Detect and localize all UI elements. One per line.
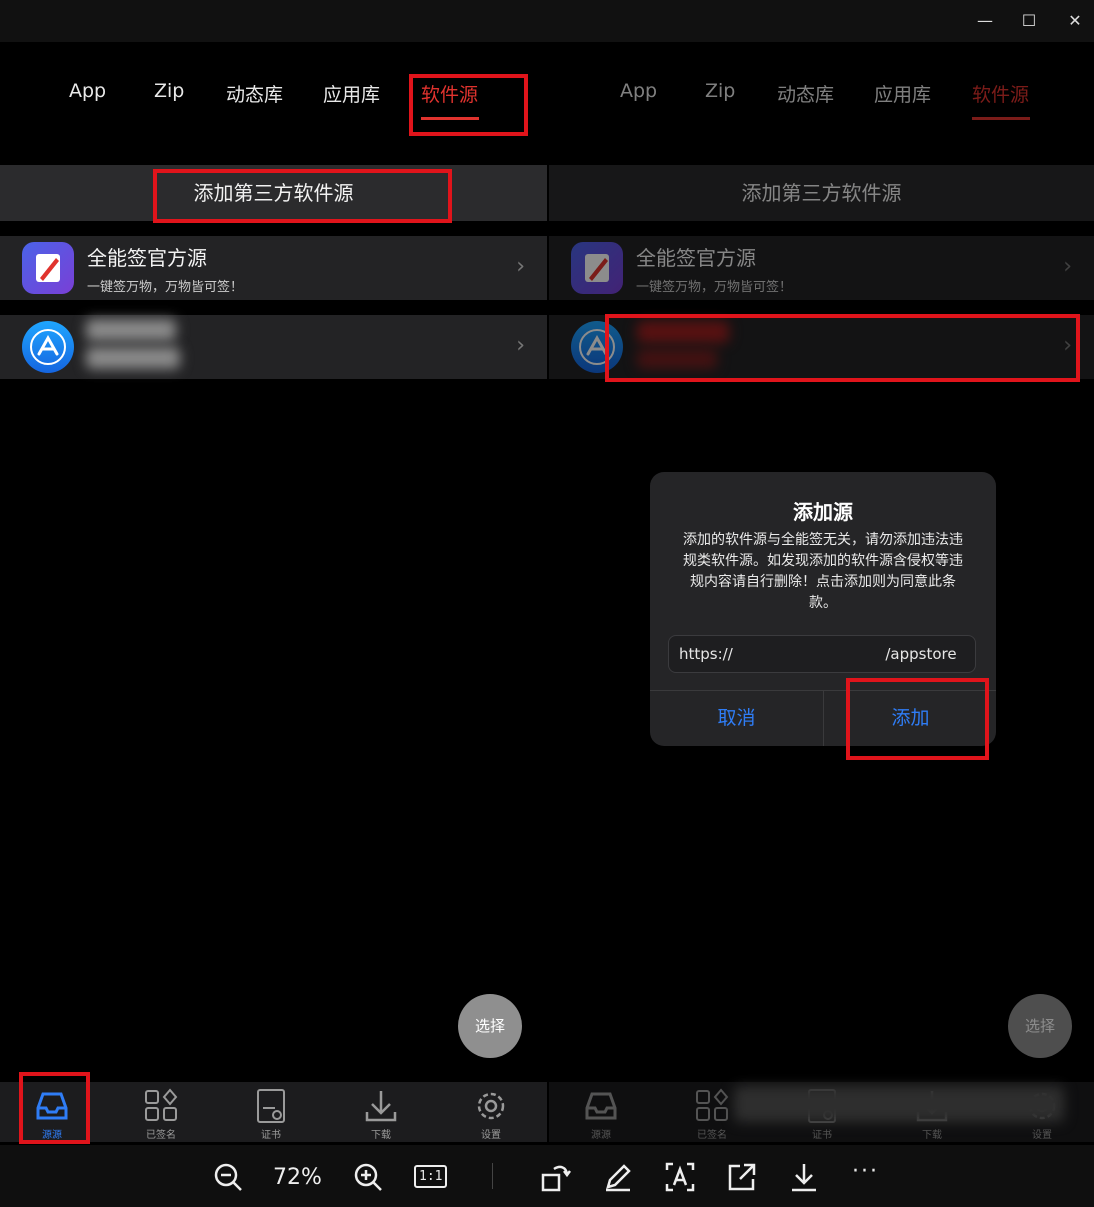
- inbox-icon: [585, 1092, 617, 1120]
- app-store-icon: [571, 321, 623, 373]
- redacted-subtitle: [637, 349, 717, 369]
- maximize-button[interactable]: ☐: [1014, 8, 1044, 34]
- source-name: 全能签官方源: [636, 246, 756, 270]
- redacted-name: [637, 321, 729, 343]
- bottom-nav: 源源 已签名 证书 下载 设置: [549, 1082, 1094, 1142]
- window-titlebar: — ☐ ✕: [0, 0, 1094, 42]
- app-store-icon: [22, 321, 74, 373]
- rotate-icon[interactable]: [540, 1161, 572, 1197]
- tab-app-library[interactable]: 应用库: [323, 80, 380, 107]
- nav-label: 下载: [922, 1130, 942, 1141]
- viewer-toolbar: 72% 1:1 ···: [0, 1145, 1094, 1207]
- zoom-in-icon[interactable]: [352, 1161, 384, 1197]
- redacted-watermark: [734, 1086, 1064, 1122]
- nav-sources[interactable]: 源源: [571, 1088, 631, 1141]
- add-source-dialog: 添加源 添加的软件源与全能签无关，请勿添加违法违规类软件源。如发现添加的软件源含…: [650, 472, 996, 746]
- divider: [492, 1163, 493, 1189]
- nav-label: 设置: [1032, 1130, 1052, 1141]
- edit-pen-icon[interactable]: [602, 1161, 634, 1197]
- dialog-message: 添加的软件源与全能签无关，请勿添加违法违规类软件源。如发现添加的软件源含侵权等违…: [683, 532, 963, 611]
- source-subtitle: 一键签万物，万物皆可签！: [87, 280, 244, 295]
- tab-dylib[interactable]: 动态库: [226, 80, 283, 107]
- gear-icon: [477, 1092, 505, 1120]
- zoom-out-icon[interactable]: [212, 1161, 244, 1197]
- nav-label: 已签名: [146, 1130, 176, 1141]
- source-row-custom[interactable]: ›: [0, 315, 547, 379]
- close-button[interactable]: ✕: [1060, 8, 1090, 34]
- download-icon[interactable]: [788, 1161, 820, 1197]
- apps-grid-icon: [145, 1088, 178, 1121]
- nav-certificates[interactable]: 证书: [241, 1088, 301, 1141]
- pen-app-icon: [571, 242, 623, 294]
- nav-signed[interactable]: 已签名: [682, 1088, 742, 1141]
- actual-size-button[interactable]: 1:1: [414, 1165, 448, 1188]
- text-recognition-icon[interactable]: [664, 1161, 696, 1197]
- bottom-nav: 源源 已签名 证书 下载 设置: [0, 1082, 547, 1142]
- nav-sources[interactable]: 源源: [22, 1088, 82, 1141]
- tab-app[interactable]: App: [620, 80, 657, 102]
- add-third-party-source-button[interactable]: 添加第三方软件源: [0, 165, 547, 221]
- chevron-right-icon: ›: [516, 254, 525, 279]
- confirm-add-button[interactable]: 添加: [824, 690, 997, 746]
- zoom-level: 72%: [273, 1165, 322, 1190]
- source-name: 全能签官方源: [87, 246, 207, 270]
- source-row-custom[interactable]: ›: [549, 315, 1094, 379]
- chevron-right-icon: ›: [1063, 333, 1072, 358]
- nav-settings[interactable]: 设置: [461, 1088, 521, 1141]
- source-url-input[interactable]: [668, 635, 976, 673]
- right-phone-screen: App Zip 动态库 应用库 软件源 添加第三方软件源 全能签官方源 一键签万…: [549, 42, 1094, 1142]
- add-third-party-source-button[interactable]: 添加第三方软件源: [549, 165, 1094, 221]
- nav-downloads[interactable]: 下载: [351, 1088, 411, 1141]
- active-tab-underline: [972, 117, 1030, 120]
- top-tabs: App Zip 动态库 应用库 软件源: [0, 42, 547, 162]
- apps-grid-icon: [696, 1088, 729, 1121]
- nav-label: 证书: [261, 1130, 281, 1141]
- inbox-icon: [36, 1092, 68, 1120]
- tab-zip[interactable]: Zip: [705, 80, 735, 102]
- share-icon[interactable]: [726, 1161, 758, 1197]
- tab-zip[interactable]: Zip: [154, 80, 184, 102]
- nav-label: 源源: [42, 1130, 62, 1141]
- minimize-button[interactable]: —: [970, 8, 1000, 34]
- top-tabs: App Zip 动态库 应用库 软件源: [549, 42, 1094, 162]
- nav-label: 源源: [591, 1130, 611, 1141]
- select-button[interactable]: 选择: [458, 994, 522, 1058]
- source-subtitle: 一键签万物，万物皆可签！: [636, 280, 793, 295]
- more-icon[interactable]: ···: [852, 1159, 879, 1184]
- chevron-right-icon: ›: [516, 333, 525, 358]
- nav-label: 设置: [481, 1130, 501, 1141]
- download-icon: [365, 1091, 397, 1122]
- dialog-title: 添加源: [793, 500, 853, 524]
- redacted-subtitle: [86, 347, 180, 369]
- certificate-icon: [257, 1089, 285, 1123]
- chevron-right-icon: ›: [1063, 254, 1072, 279]
- redacted-name: [86, 319, 176, 341]
- tab-dylib[interactable]: 动态库: [777, 80, 834, 107]
- tab-app-library[interactable]: 应用库: [874, 80, 931, 107]
- source-row-official[interactable]: 全能签官方源 一键签万物，万物皆可签！ ›: [0, 236, 547, 300]
- select-button[interactable]: 选择: [1008, 994, 1072, 1058]
- source-row-official[interactable]: 全能签官方源 一键签万物，万物皆可签！ ›: [549, 236, 1094, 300]
- nav-label: 下载: [371, 1130, 391, 1141]
- tab-app[interactable]: App: [69, 80, 106, 102]
- pen-app-icon: [22, 242, 74, 294]
- left-phone-screen: App Zip 动态库 应用库 软件源 添加第三方软件源 全能签官方源 一键签万…: [0, 42, 547, 1142]
- nav-label: 已签名: [697, 1130, 727, 1141]
- active-tab-underline: [421, 117, 479, 120]
- cancel-button[interactable]: 取消: [650, 690, 823, 746]
- nav-signed[interactable]: 已签名: [131, 1088, 191, 1141]
- nav-label: 证书: [812, 1130, 832, 1141]
- tab-software-source[interactable]: 软件源: [421, 80, 478, 107]
- tab-software-source[interactable]: 软件源: [972, 80, 1029, 107]
